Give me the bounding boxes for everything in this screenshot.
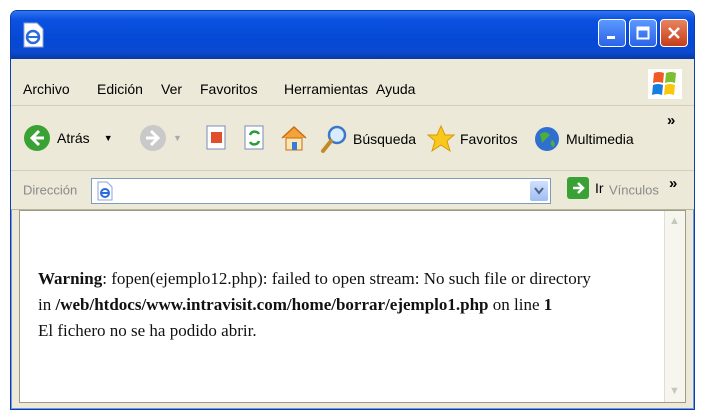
- ie-page-icon: [23, 22, 44, 48]
- menu-archivo[interactable]: Archivo: [23, 81, 70, 97]
- menu-ayuda[interactable]: Ayuda: [376, 81, 415, 97]
- menu-favoritos[interactable]: Favoritos: [200, 81, 258, 97]
- links-label[interactable]: Vínculos: [609, 183, 659, 198]
- forward-dropdown-icon[interactable]: ▼: [173, 133, 182, 143]
- maximize-icon: [636, 26, 650, 40]
- forward-button[interactable]: ▼: [139, 124, 182, 152]
- menu-bar: Archivo Edición Ver Favoritos Herramient…: [11, 59, 694, 106]
- stop-icon[interactable]: [205, 125, 229, 151]
- error-message: : fopen(ejemplo12.php): failed to open s…: [102, 269, 591, 288]
- error-line-1: Warning: fopen(ejemplo12.php): failed to…: [38, 269, 591, 289]
- back-button[interactable]: Atrás ▼: [23, 124, 113, 152]
- star-icon: [426, 124, 456, 153]
- title-bar[interactable]: [11, 11, 694, 59]
- close-button[interactable]: [660, 19, 688, 47]
- vertical-scrollbar[interactable]: ▲ ▼: [664, 211, 685, 402]
- menu-herramientas[interactable]: Herramientas: [284, 81, 368, 97]
- menu-ver[interactable]: Ver: [161, 81, 182, 97]
- minimize-icon: [607, 36, 615, 39]
- back-label: Atrás: [57, 130, 90, 146]
- error-on-line: on line: [488, 295, 544, 314]
- address-dropdown-button[interactable]: [530, 181, 548, 201]
- menu-edicion[interactable]: Edición: [97, 81, 143, 97]
- warning-label: Warning: [38, 269, 103, 288]
- links-overflow-chevron[interactable]: »: [669, 175, 677, 192]
- forward-arrow-icon: [140, 125, 166, 151]
- error-line-number: 1: [543, 295, 553, 314]
- chevron-down-icon: [534, 187, 544, 195]
- status-message: El fichero no se ha podido abrir.: [38, 321, 257, 340]
- error-in-prefix: in: [38, 295, 56, 314]
- go-button[interactable]: Ir: [567, 177, 604, 199]
- error-file-path: /web/htdocs/www.intravisit.com/home/borr…: [55, 295, 489, 314]
- address-bar: Dirección Ir Vínculos »: [11, 171, 694, 210]
- favorites-label: Favoritos: [460, 131, 518, 147]
- search-button[interactable]: Búsqueda: [319, 124, 416, 154]
- back-arrow-icon: [24, 125, 50, 151]
- media-label: Multimedia: [566, 131, 634, 147]
- search-icon: [321, 125, 347, 153]
- address-input[interactable]: [91, 178, 551, 204]
- toolbar-overflow-chevron[interactable]: »: [667, 112, 675, 129]
- search-label: Búsqueda: [353, 131, 417, 147]
- refresh-icon[interactable]: [243, 125, 267, 151]
- go-label: Ir: [595, 180, 604, 196]
- page-content: Warning: fopen(ejemplo12.php): failed to…: [19, 210, 686, 403]
- favorites-button[interactable]: Favoritos: [426, 124, 518, 154]
- scroll-down-icon[interactable]: ▼: [668, 385, 681, 398]
- media-button[interactable]: Multimedia: [532, 124, 634, 154]
- home-icon[interactable]: [279, 123, 309, 153]
- close-icon: [668, 27, 680, 39]
- back-dropdown-icon[interactable]: ▼: [104, 133, 113, 143]
- browser-window: Archivo Edición Ver Favoritos Herramient…: [10, 10, 695, 410]
- scroll-up-icon[interactable]: ▲: [668, 215, 681, 228]
- ie-page-icon: [97, 181, 113, 201]
- toolbar: Atrás ▼ ▼ Búsqueda Favoritos Multimedia …: [11, 106, 694, 171]
- media-globe-icon: [535, 127, 559, 151]
- go-arrow-icon: [567, 177, 589, 199]
- minimize-button[interactable]: [598, 19, 626, 47]
- windows-logo-icon: [648, 69, 682, 99]
- error-line-2: in /web/htdocs/www.intravisit.com/home/b…: [38, 295, 552, 315]
- address-label: Dirección: [23, 182, 78, 198]
- maximize-button[interactable]: [629, 19, 657, 47]
